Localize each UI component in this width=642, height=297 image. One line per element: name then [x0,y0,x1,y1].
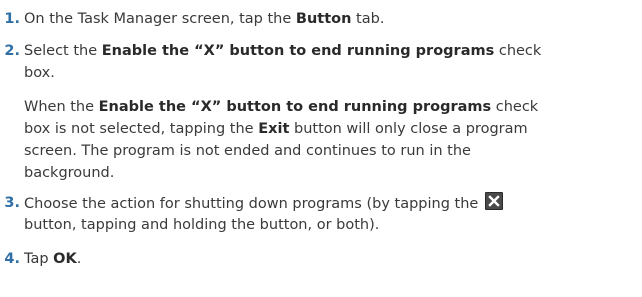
ui-term: OK [53,251,77,267]
close-x-icon [484,192,503,210]
step-text-run: . [76,251,82,267]
step-text-line: Select the Enable the “X” button to end … [24,40,634,62]
step-text-run: box. [24,65,55,81]
step-text: Tap OK. [24,248,634,270]
step-number: 4. [4,251,20,267]
note-text-run: button will only close a program [289,121,528,137]
step-note-line: When the Enable the “X” button to end ru… [24,96,538,118]
step-text-line: box. [24,62,634,84]
ui-term: Button [295,11,352,27]
ui-term: Enable the “X” button to end running pro… [101,43,495,59]
step-text-run: Tap [24,251,54,267]
step-note-line: box is not selected, tapping the Exit bu… [24,118,528,140]
step-text-run: On the Task Manager screen, tap the [24,11,296,27]
step-text-run: tab. [351,11,385,27]
step-text-line: button, tapping and holding the button, … [24,214,634,236]
ui-term: Enable the “X” button to end running pro… [98,99,492,115]
step-text-run: Choose the action for shutting down prog… [24,196,479,212]
note-text-run: screen. The program is not ended and con… [24,143,471,159]
close-x-glyph [488,195,500,207]
note-text-run: When the [24,99,99,115]
note-text-run: background. [24,165,115,181]
note-text-run: check [491,99,539,115]
step-note-line: screen. The program is not ended and con… [24,140,471,162]
step-text-run: button, tapping and holding the button, … [24,217,380,233]
step-text-run: Select the [24,43,102,59]
ui-term: Exit [258,121,290,137]
step-number: 1. [4,11,20,27]
step-text: On the Task Manager screen, tap the Butt… [24,8,634,30]
note-text-run: box is not selected, tapping the [24,121,259,137]
step-text-run: check [494,43,542,59]
step-text-line: Choose the action for shutting down prog… [24,192,634,215]
step-note-line: background. [24,162,114,184]
step-number: 3. [4,195,20,211]
step-number: 2. [4,43,20,59]
